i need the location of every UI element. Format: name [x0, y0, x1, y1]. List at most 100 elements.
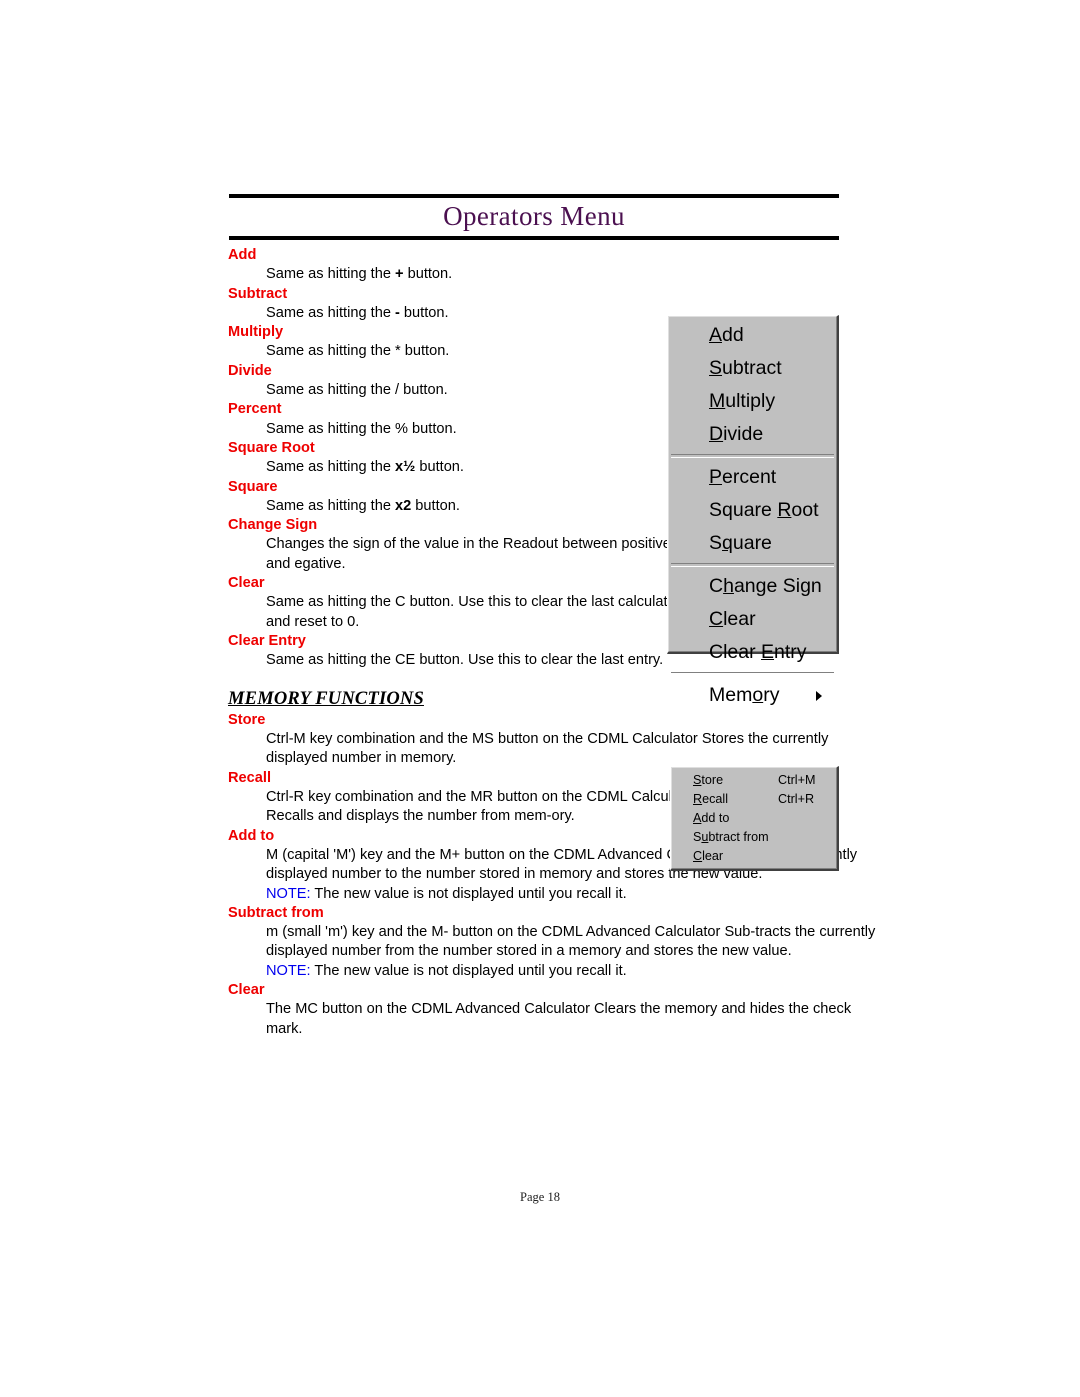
emphasis-token: x½ [395, 459, 416, 476]
memory-submenu-inner: Store Ctrl+M Recall Ctrl+R Add to Subtra… [671, 767, 837, 869]
definition-text: Same as hitting the [266, 304, 395, 321]
menu-item-label: Square Root [709, 499, 819, 522]
label-rest: ange Sign [733, 575, 822, 597]
menu-item-label: Percent [709, 466, 776, 489]
menu-item-label: Memory [709, 684, 779, 707]
definition-recall: Ctrl-R key combination and the MR button… [266, 789, 697, 825]
note-label: NOTE: [266, 962, 311, 979]
menu-item-memory-add-to[interactable]: Add to [672, 808, 836, 827]
menu-item-multiply[interactable]: Multiply [669, 385, 836, 418]
menu-item-memory-recall[interactable]: Recall Ctrl+R [672, 789, 836, 808]
page-title: Operators Menu [443, 201, 625, 231]
shortcut-label: Ctrl+R [778, 791, 815, 806]
label-pre: Clear [709, 641, 762, 663]
menu-item-memory[interactable]: Memory [669, 679, 836, 712]
note-add-to: NOTE: The new value is not displayed unt… [266, 885, 878, 904]
shortcut-label: Ctrl+M [778, 772, 816, 787]
label-pre: Square [709, 499, 778, 521]
accelerator-letter: h [723, 575, 734, 597]
definition-clear: Same as hitting the C button. Use this t… [266, 594, 688, 630]
menu-item-subtract[interactable]: Subtract [669, 352, 836, 385]
accelerator-letter: o [752, 684, 764, 706]
operators-context-menu[interactable]: Add Subtract Multiply Divide Percent Squ… [667, 315, 839, 706]
label-rest: dd to [701, 810, 730, 825]
label-rest: ry [763, 684, 780, 706]
label-rest: btract from [708, 829, 769, 844]
menu-item-square[interactable]: Square [669, 527, 836, 560]
menu-item-label: Divide [709, 423, 763, 446]
definition-add: Same as hitting the + button. [266, 265, 698, 284]
definition-text-tail: % button. [395, 420, 457, 437]
menu-item-memory-store[interactable]: Store Ctrl+M [672, 770, 836, 789]
term-subtract-from: Subtract from [228, 904, 324, 921]
menu-item-percent[interactable]: Percent [669, 461, 836, 494]
menu-separator [671, 563, 834, 567]
label-pre: C [709, 575, 724, 597]
accelerator-letter: A [709, 324, 723, 346]
label-rest: ercent [722, 466, 777, 488]
menu-item-label: Subtract from [693, 830, 769, 844]
menu-item-clear[interactable]: Clear [669, 603, 836, 636]
definition-square: Same as hitting the x2 button. [266, 497, 698, 516]
page-header: Operators Menu [229, 194, 839, 240]
term-store: Store [228, 711, 266, 728]
document-page: Operators Menu Add Same as hitting the +… [0, 0, 1080, 1397]
menu-separator [671, 672, 834, 676]
label-rest: lear [723, 608, 756, 630]
definition-change-sign: Changes the sign of the value in the Rea… [266, 536, 671, 572]
menu-item-label: Clear [709, 608, 756, 631]
definition-text: Same as hitting the [266, 382, 395, 399]
emphasis-token: + [395, 266, 404, 283]
label-rest: ultiply [725, 390, 776, 412]
menu-item-clear-entry[interactable]: Clear Entry [669, 636, 836, 669]
term-subtract: Subtract [228, 285, 288, 302]
note-text: The new value is not displayed until you… [310, 885, 627, 902]
definition-subtract: Same as hitting the - button. [266, 304, 698, 323]
menu-item-label: Square [709, 532, 772, 555]
definition-memory-clear: The MC button on the CDML Advanced Calcu… [266, 1001, 852, 1037]
definition-multiply: Same as hitting the * button. [266, 342, 698, 361]
accelerator-letter: R [693, 791, 703, 806]
definition-text-tail: * button. [395, 343, 450, 360]
menu-item-label: Clear Entry [709, 641, 807, 664]
label-rest: tore [701, 772, 724, 787]
accelerator-letter: D [709, 423, 724, 445]
menu-item-memory-clear[interactable]: Clear [672, 846, 836, 865]
note-text: The new value is not displayed until you… [310, 962, 627, 979]
note-label: NOTE: [266, 885, 311, 902]
label-rest: lear [702, 848, 724, 863]
term-add: Add [228, 247, 257, 263]
accelerator-letter: q [722, 532, 733, 554]
accelerator-letter: M [709, 390, 726, 412]
definition-text: Same as hitting the [266, 343, 395, 360]
label-rest: ivide [723, 423, 764, 445]
menu-item-change-sign[interactable]: Change Sign [669, 570, 836, 603]
note-subtract-from: NOTE: The new value is not displayed unt… [266, 962, 878, 981]
definition-text-tail: button. [399, 304, 449, 321]
definition-text-tail: button. [403, 266, 453, 283]
menu-item-square-root[interactable]: Square Root [669, 494, 836, 527]
menu-item-label: Subtract [709, 357, 782, 380]
definition-text: Same as hitting the [266, 497, 395, 514]
definition-square-root: Same as hitting the x½ button. [266, 458, 698, 477]
definition-text-tail: / button. [395, 382, 448, 399]
label-rest: oot [791, 499, 819, 521]
menu-item-label: Clear [693, 849, 723, 863]
accelerator-letter: R [777, 499, 792, 521]
menu-item-label: Add to [693, 811, 729, 825]
definition-subtract-from: m (small 'm') key and the M- button on t… [266, 924, 876, 960]
accelerator-letter: C [709, 608, 724, 630]
emphasis-token: x2 [395, 497, 412, 514]
menu-item-divide[interactable]: Divide [669, 418, 836, 451]
menu-item-label: Add [709, 324, 744, 347]
label-rest: ntry [774, 641, 807, 663]
memory-submenu[interactable]: Store Ctrl+M Recall Ctrl+R Add to Subtra… [670, 766, 839, 871]
definition-text: Same as hitting the [266, 266, 395, 283]
menu-item-add[interactable]: Add [669, 319, 836, 352]
definition-text-tail: button. [415, 459, 464, 476]
definition-percent: Same as hitting the % button. [266, 420, 698, 439]
definition-store: Ctrl-M key combination and the MS button… [266, 731, 829, 767]
accelerator-letter: P [709, 466, 723, 488]
menu-separator [671, 454, 834, 458]
menu-item-memory-subtract-from[interactable]: Subtract from [672, 827, 836, 846]
